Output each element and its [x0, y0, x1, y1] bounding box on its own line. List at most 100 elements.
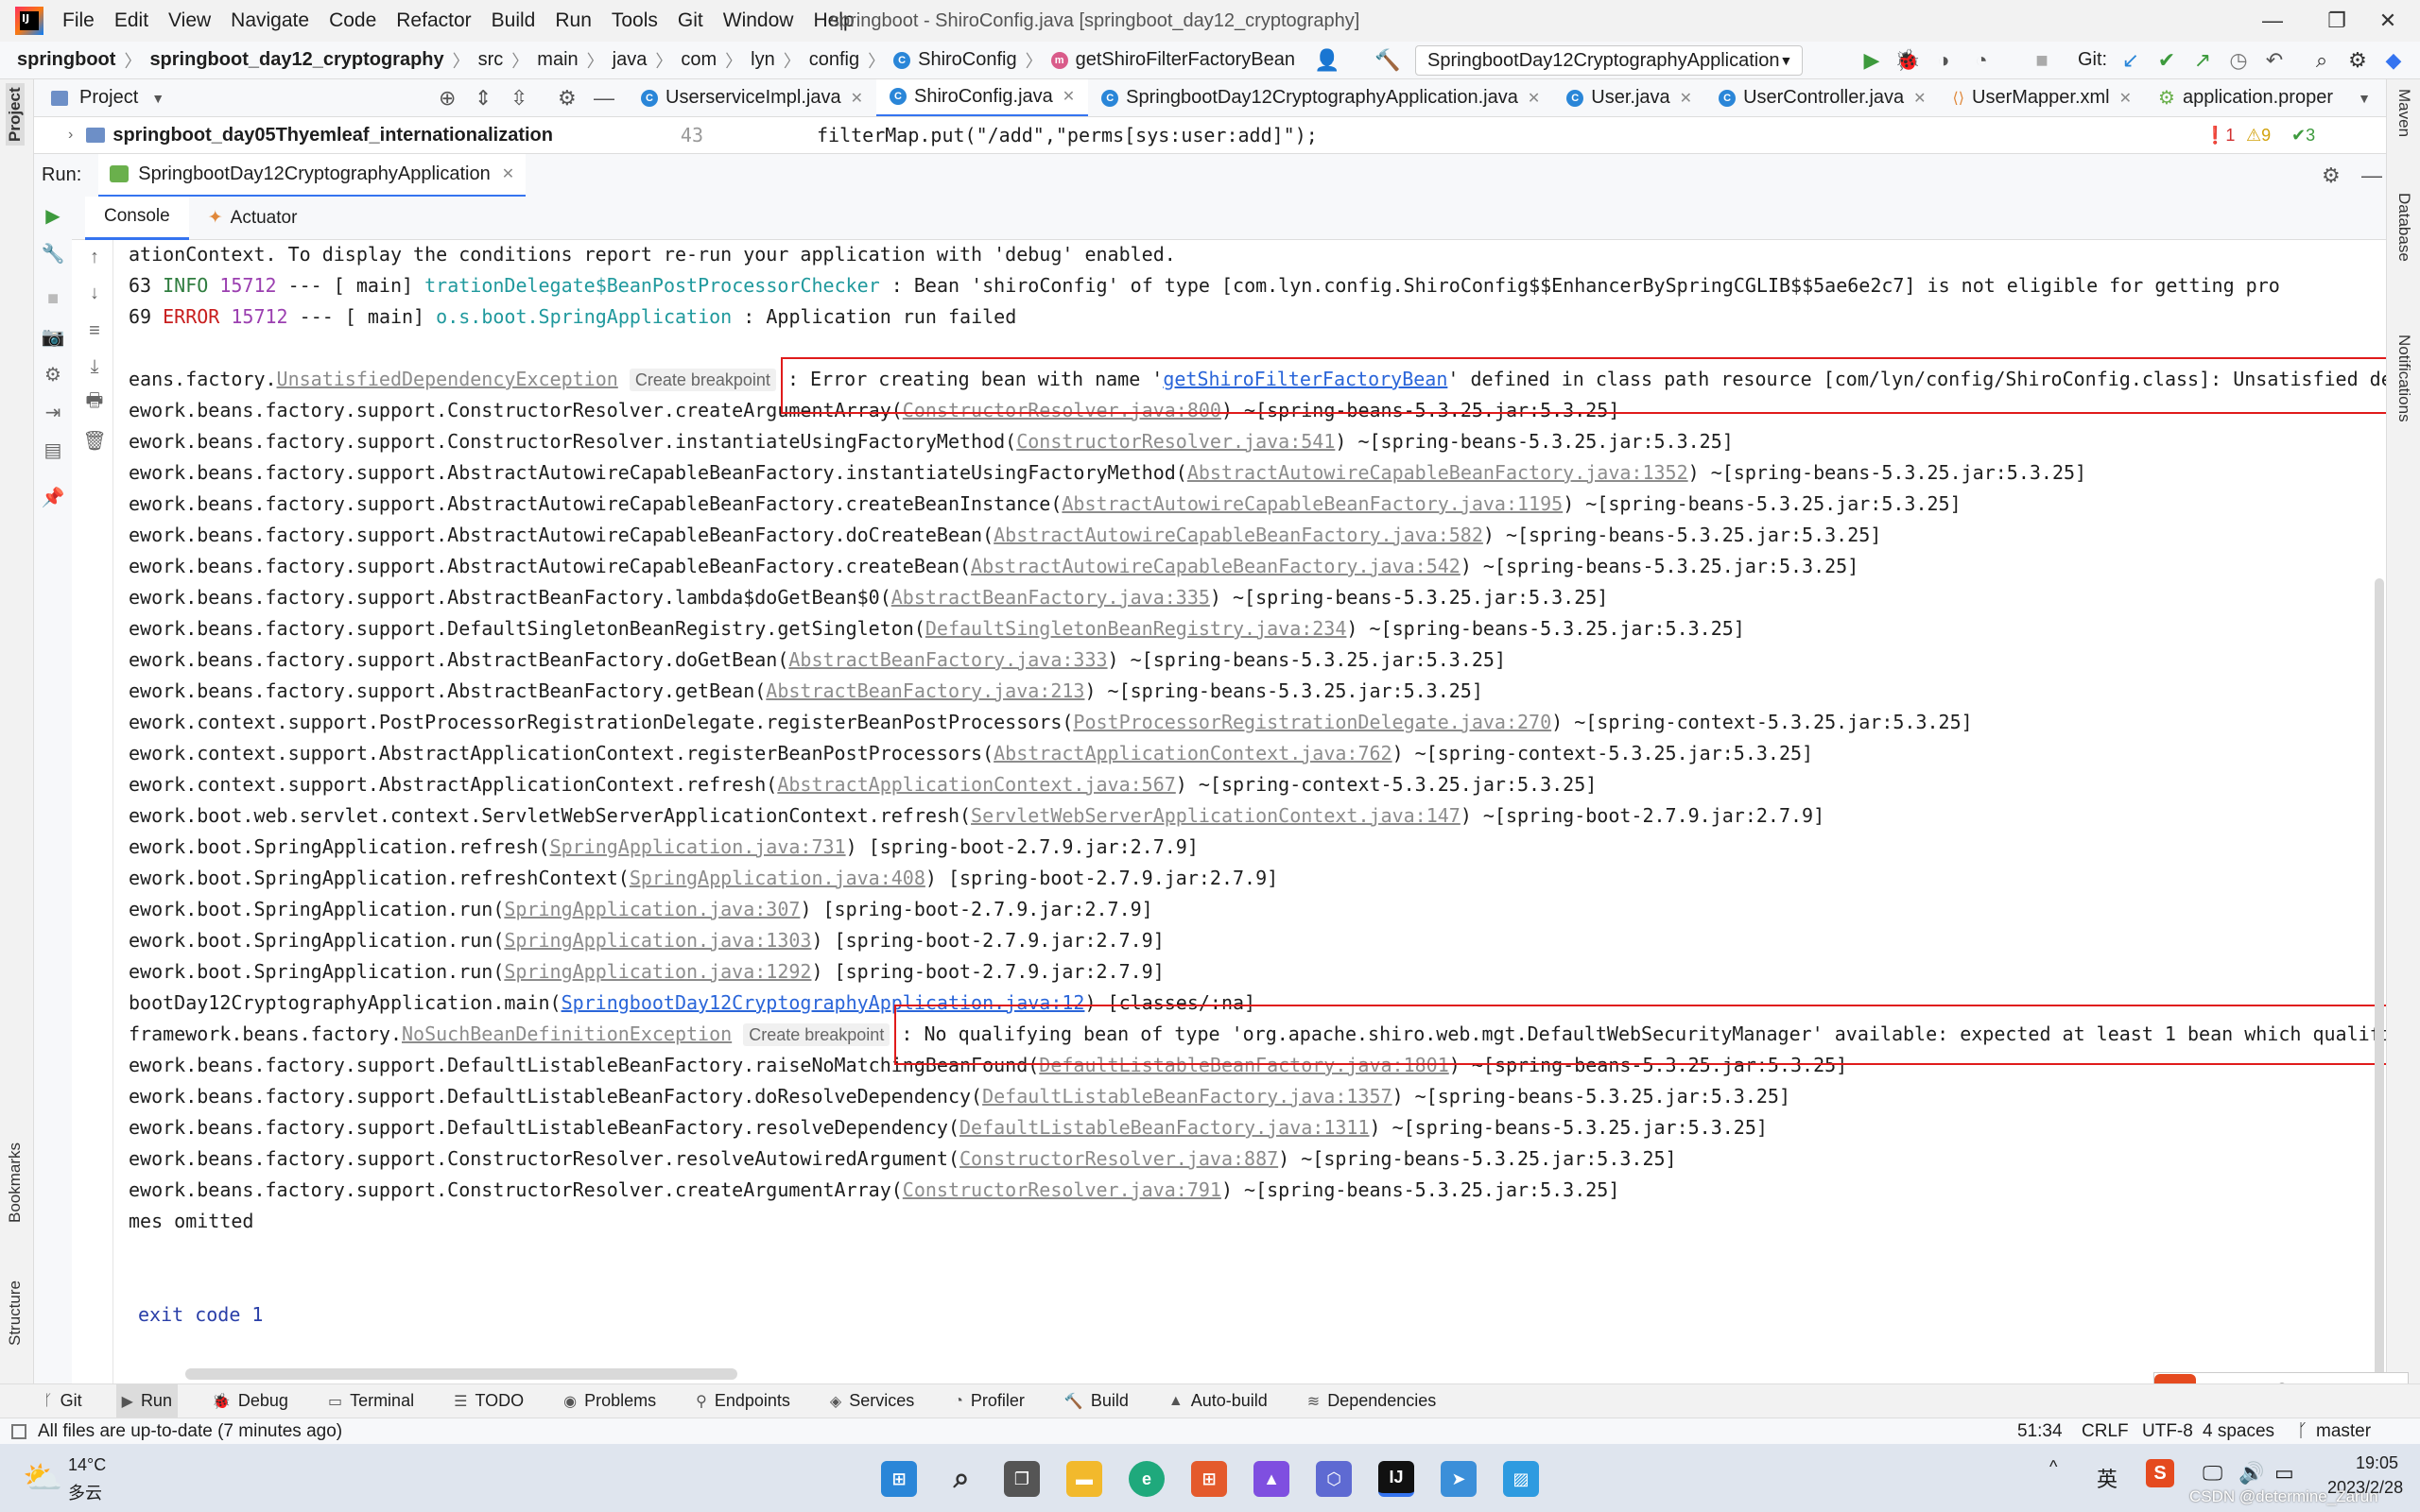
- breadcrumb-item[interactable]: springboot: [17, 49, 115, 71]
- arrow-down-icon[interactable]: ↓: [83, 282, 106, 304]
- breadcrumb-item[interactable]: main: [537, 49, 578, 71]
- source-link[interactable]: AbstractAutowireCapableBeanFactory.java:…: [971, 555, 1461, 577]
- source-link[interactable]: DefaultListableBeanFactory.java:1357: [982, 1085, 1392, 1108]
- create-breakpoint-button[interactable]: Create breakpoint: [743, 1023, 890, 1046]
- menu-item[interactable]: File: [62, 9, 95, 32]
- source-link[interactable]: ConstructorResolver.java:541: [1016, 430, 1335, 453]
- stop-icon[interactable]: ■: [2029, 47, 2055, 74]
- close-icon[interactable]: ✕: [851, 89, 863, 108]
- app-bird-icon[interactable]: ➤: [1441, 1461, 1477, 1497]
- menu-item[interactable]: Run: [555, 9, 592, 32]
- source-link[interactable]: AbstractAutowireCapableBeanFactory.java:…: [1187, 461, 1688, 484]
- bottom-tool-button[interactable]: ◈ Services: [824, 1384, 920, 1418]
- git-commit-icon[interactable]: ✔: [2153, 47, 2180, 74]
- menu-item[interactable]: Edit: [114, 9, 148, 32]
- camera-icon[interactable]: 📷: [42, 325, 65, 348]
- maven-tool-button[interactable]: Maven: [2394, 89, 2413, 137]
- exception-class-link[interactable]: UnsatisfiedDependencyException: [277, 368, 618, 390]
- bottom-tool-button[interactable]: ◔ Profiler: [948, 1384, 1030, 1418]
- vertical-scrollbar[interactable]: [2375, 578, 2384, 1382]
- chevron-down-icon[interactable]: ▼: [2358, 91, 2371, 106]
- build-hammer-icon[interactable]: 🔨: [1374, 47, 1401, 74]
- git-history-icon[interactable]: ◷: [2225, 47, 2252, 74]
- run-config-tab[interactable]: SpringbootDay12CryptographyApplication ✕: [98, 153, 527, 198]
- bottom-tool-button[interactable]: ◉ Problems: [558, 1384, 662, 1418]
- breadcrumb-item[interactable]: com: [681, 49, 717, 71]
- bottom-tool-button[interactable]: 🐞 Debug: [206, 1384, 294, 1418]
- chevron-right-icon[interactable]: ›: [68, 127, 73, 144]
- bottom-tool-button[interactable]: ≋ Dependencies: [1302, 1384, 1443, 1418]
- run-configuration-select[interactable]: SpringbootDay12CryptographyApplication ▼: [1415, 45, 1803, 76]
- battery-icon[interactable]: ▭: [2274, 1461, 2294, 1486]
- sogou-tray-icon[interactable]: S: [2146, 1459, 2174, 1487]
- wrench-icon[interactable]: 🔧: [42, 242, 65, 265]
- app-hex-icon[interactable]: ⬡: [1316, 1461, 1352, 1497]
- bottom-tool-button[interactable]: ᚴ Git: [38, 1384, 88, 1418]
- network-icon[interactable]: 🖵: [2203, 1461, 2222, 1486]
- breadcrumb-item[interactable]: java: [613, 49, 648, 71]
- start-windows-icon[interactable]: ⊞: [881, 1461, 917, 1497]
- soft-wrap-icon[interactable]: ≡: [83, 319, 106, 342]
- source-link[interactable]: DefaultListableBeanFactory.java:1311: [959, 1116, 1369, 1139]
- layout-icon[interactable]: ▤: [42, 438, 64, 461]
- scroll-to-end-icon[interactable]: ⤓: [83, 355, 106, 378]
- code-line[interactable]: filterMap.put("/add","perms[sys:user:add…: [817, 124, 1318, 146]
- volume-icon[interactable]: 🔊: [2238, 1461, 2264, 1486]
- menu-item[interactable]: Build: [492, 9, 536, 32]
- breadcrumb-item[interactable]: src: [478, 49, 504, 71]
- taskbar-search-icon[interactable]: ⌕: [943, 1461, 979, 1497]
- git-branch[interactable]: master: [2316, 1421, 2371, 1442]
- minimize-button[interactable]: —: [2240, 0, 2305, 42]
- source-link[interactable]: SpringApplication.java:1303: [504, 929, 811, 952]
- source-link[interactable]: AbstractBeanFactory.java:335: [891, 586, 1210, 609]
- file-encoding[interactable]: UTF-8: [2142, 1421, 2193, 1442]
- caret-position[interactable]: 51:34: [2017, 1421, 2063, 1442]
- intellij-taskbar-icon[interactable]: IJ: [1378, 1461, 1414, 1497]
- chevron-down-icon[interactable]: ▼: [151, 91, 164, 106]
- breadcrumb-item[interactable]: m getShiroFilterFactoryBean: [1050, 49, 1295, 71]
- clock-time[interactable]: 19:05: [2356, 1453, 2398, 1473]
- debug-icon[interactable]: 🐞: [1894, 47, 1921, 74]
- project-tool-button[interactable]: Project: [6, 83, 25, 146]
- print-icon[interactable]: 🖶: [83, 390, 106, 414]
- edge-browser-icon[interactable]: e: [1129, 1461, 1165, 1497]
- weather-icon[interactable]: ⛅: [23, 1459, 62, 1497]
- tray-ime[interactable]: 英: [2097, 1463, 2118, 1493]
- source-link[interactable]: SpringApplication.java:731: [550, 835, 846, 858]
- breadcrumb-item[interactable]: springboot_day12_cryptography: [149, 49, 443, 71]
- source-link[interactable]: AbstractAutowireCapableBeanFactory.java:…: [1062, 492, 1563, 515]
- task-view-icon[interactable]: ❐: [1004, 1461, 1040, 1497]
- source-link[interactable]: AbstractAutowireCapableBeanFactory.java:…: [994, 524, 1483, 546]
- store-icon[interactable]: ⊞: [1191, 1461, 1227, 1497]
- rerun-icon[interactable]: ▶: [42, 204, 64, 227]
- horizontal-scrollbar[interactable]: [185, 1368, 737, 1380]
- menu-item[interactable]: Refactor: [396, 9, 471, 32]
- close-icon[interactable]: ✕: [1680, 89, 1692, 108]
- editor-tab[interactable]: C UserserviceImpl.java ✕: [628, 79, 876, 116]
- git-update-icon[interactable]: ↙: [2118, 47, 2144, 74]
- collapse-all-icon[interactable]: ⇳: [510, 86, 527, 111]
- hide-icon[interactable]: —: [2361, 163, 2382, 188]
- error-count[interactable]: ❗1: [2204, 126, 2235, 146]
- source-link[interactable]: ConstructorResolver.java:887: [959, 1147, 1278, 1170]
- project-tree-item[interactable]: › springboot_day05Thyemleaf_internationa…: [34, 117, 628, 153]
- source-link[interactable]: PostProcessorRegistrationDelegate.java:2…: [1073, 711, 1551, 733]
- locate-icon[interactable]: ⊕: [439, 86, 456, 111]
- source-link[interactable]: SpringApplication.java:408: [630, 867, 925, 889]
- bottom-tool-button[interactable]: ▲ Auto-build: [1163, 1384, 1273, 1418]
- database-tool-button[interactable]: Database: [2394, 193, 2413, 262]
- app-icon[interactable]: ▲: [1253, 1461, 1289, 1497]
- file-explorer-icon[interactable]: ▬: [1066, 1461, 1102, 1497]
- stop-icon[interactable]: ■: [42, 287, 64, 310]
- menu-item[interactable]: Code: [329, 9, 376, 32]
- structure-tool-button[interactable]: Structure: [6, 1280, 25, 1346]
- breadcrumb-item[interactable]: config: [809, 49, 859, 71]
- bookmarks-tool-button[interactable]: Bookmarks: [6, 1143, 25, 1223]
- editor-tab[interactable]: C UserController.java ✕: [1705, 79, 1939, 116]
- exception-class-link[interactable]: NoSuchBeanDefinitionException: [402, 1022, 732, 1045]
- console-output[interactable]: ationContext. To display the conditions …: [113, 240, 2386, 1382]
- git-push-icon[interactable]: ↗: [2189, 47, 2216, 74]
- menu-item[interactable]: Navigate: [231, 9, 309, 32]
- line-separator[interactable]: CRLF: [2082, 1421, 2129, 1442]
- breadcrumb-item[interactable]: C ShiroConfig: [893, 49, 1017, 71]
